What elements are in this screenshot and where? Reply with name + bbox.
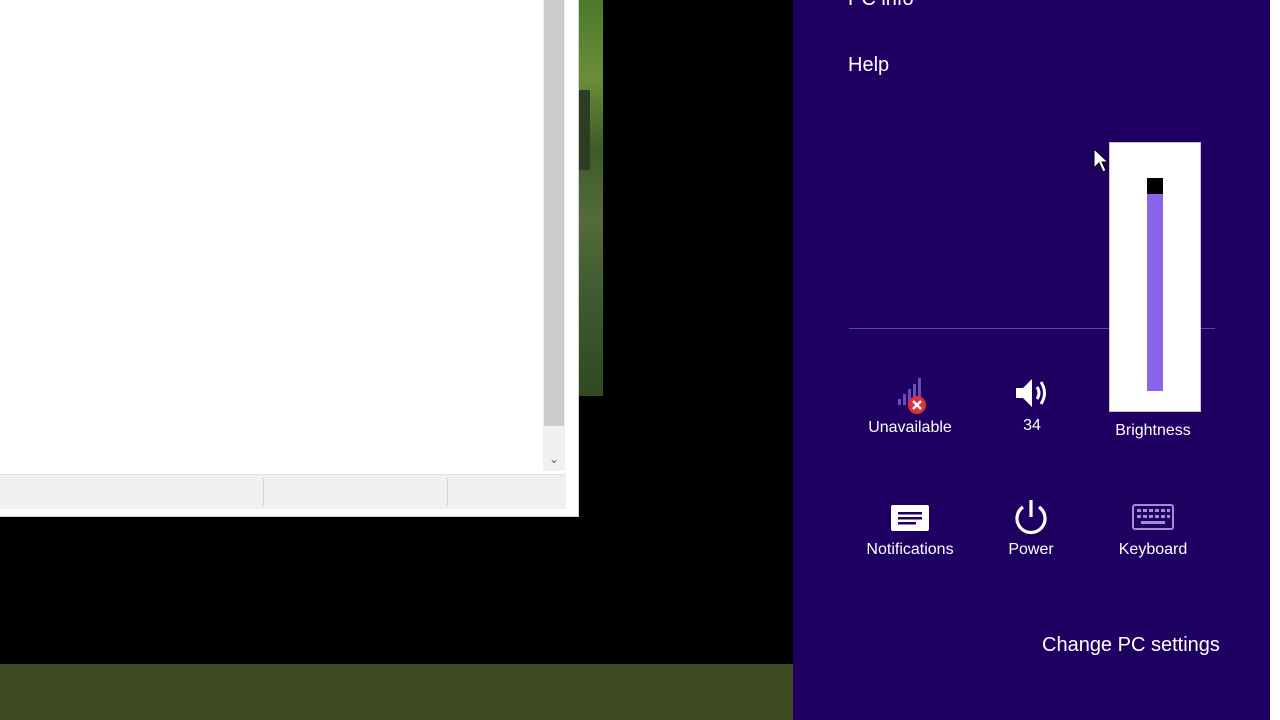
notifications-icon [855, 497, 965, 537]
brightness-slider-flyout[interactable] [1109, 142, 1201, 412]
brightness-label: Brightness [1115, 422, 1191, 439]
screen-edge [1270, 0, 1280, 720]
status-separator [447, 478, 448, 506]
settings-charm-panel: PC info Help Unavailable 34 [793, 0, 1270, 720]
brightness-slider-track[interactable] [1147, 165, 1163, 391]
keyboard-label: Keyboard [1118, 541, 1188, 558]
pc-info-link[interactable]: PC info [848, 0, 914, 11]
application-window: ⌄ [0, 0, 579, 517]
brightness-slider-fill [1147, 194, 1163, 391]
help-link[interactable]: Help [848, 54, 889, 77]
status-bar [0, 474, 566, 509]
window-content-area[interactable] [0, 0, 543, 471]
scroll-down-icon[interactable]: ⌄ [543, 449, 565, 469]
keyboard-tile[interactable]: Keyboard [1098, 497, 1208, 559]
network-tile[interactable]: Unavailable [855, 375, 965, 437]
notifications-label: Notifications [866, 541, 954, 558]
brightness-slider-thumb[interactable] [1147, 178, 1163, 194]
brightness-tile[interactable]: Brightness [1098, 413, 1208, 440]
vertical-scrollbar[interactable]: ⌄ [543, 0, 565, 471]
mouse-cursor-icon [1093, 148, 1109, 173]
power-icon [976, 497, 1086, 537]
desktop-background-strip [0, 664, 793, 720]
scrollbar-thumb[interactable] [544, 0, 564, 426]
power-label: Power [1008, 541, 1054, 558]
network-unavailable-icon [855, 375, 965, 415]
volume-tile[interactable]: 34 [977, 373, 1087, 435]
power-tile[interactable]: Power [976, 497, 1086, 559]
keyboard-icon [1098, 497, 1208, 537]
status-separator [263, 478, 264, 506]
notifications-tile[interactable]: Notifications [855, 497, 965, 559]
volume-label: 34 [1023, 417, 1041, 434]
network-label: Unavailable [868, 419, 952, 436]
change-pc-settings-link[interactable]: Change PC settings [1042, 634, 1220, 657]
speaker-icon [977, 373, 1087, 413]
